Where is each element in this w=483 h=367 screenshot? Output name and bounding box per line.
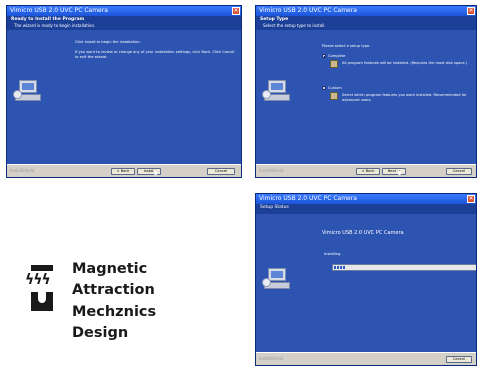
logo-bar-mark [31,265,53,271]
window-title: Vimicro USB 2.0 UVC PC Camera [10,7,108,14]
back-button[interactable]: < Back [356,167,380,175]
logo-text-line1: Magnetic [72,261,148,277]
wizard-footer: InstallShield Cancel [256,352,476,365]
instruction-text-2: If you want to review or change any of y… [75,50,235,59]
cancel-button[interactable]: Cancel [207,167,235,175]
complete-radio[interactable] [322,54,326,58]
wizard-header: Setup Type Select the setup type to inst… [256,16,476,30]
status-heading: Vimicro USB 2.0 UVC PC Camera [322,230,404,236]
logo-lightning-icon: ϟϟϟ [25,272,51,288]
header-title: Setup Status [260,205,289,210]
mamd-logo: ϟϟϟ Magnetic Attraction Mechznics Design [25,252,195,352]
window-title: Vimicro USB 2.0 UVC PC Camera [259,195,357,202]
title-bar[interactable]: Vimicro USB 2.0 UVC PC Camera ✕ [256,194,476,204]
installshield-brand: InstallShield [10,168,35,173]
wizard-header: Setup Status [256,204,476,214]
complete-option-icon [330,60,338,68]
logo-text-line2: Attraction [72,282,155,298]
title-bar[interactable]: Vimicro USB 2.0 UVC PC Camera ✕ [256,6,476,16]
logo-text-line3: Mechznics [72,304,157,320]
computer-icon [262,80,290,102]
wizard-header: Ready to Install the Program The wizard … [7,16,241,30]
status-text: Installing [324,252,341,256]
install-ready-window: Vimicro USB 2.0 UVC PC Camera ✕ Ready to… [6,5,242,178]
cancel-button[interactable]: Cancel [446,167,472,175]
logo-magnet-icon [31,292,53,311]
complete-description: All program features will be installed. … [342,61,468,65]
wizard-footer: InstallShield < Back Next > Cancel [256,164,476,177]
install-progress-bar [332,264,476,271]
wizard-body: Please select a setup type. Complete All… [256,30,476,165]
progress-fill [334,266,347,269]
close-icon[interactable]: ✕ [467,195,475,203]
close-icon[interactable]: ✕ [467,7,475,15]
custom-description: Select which program features you want i… [342,93,467,102]
window-title: Vimicro USB 2.0 UVC PC Camera [259,7,357,14]
title-bar[interactable]: Vimicro USB 2.0 UVC PC Camera ✕ [7,6,241,16]
wizard-footer: InstallShield < Back Install Cancel [7,164,241,177]
wizard-body: Vimicro USB 2.0 UVC PC Camera Installing [256,214,476,353]
logo-text-line4: Design [72,325,129,341]
installshield-brand: InstallShield [259,168,284,173]
computer-icon [13,80,41,102]
installshield-brand: InstallShield [259,356,284,361]
instruction-text: Click Install to begin the installation. [75,40,141,44]
header-subtitle: Select the setup type to install. [263,23,326,28]
custom-option-icon [330,92,338,100]
custom-radio[interactable] [322,86,326,90]
header-subtitle: The wizard is ready to begin installatio… [14,23,96,28]
cancel-button[interactable]: Cancel [446,355,472,363]
complete-label[interactable]: Complete [328,54,345,59]
wizard-body: Click Install to begin the installation.… [7,30,241,165]
back-button[interactable]: < Back [111,167,135,175]
computer-icon [262,268,290,290]
setup-status-window: Vimicro USB 2.0 UVC PC Camera ✕ Setup St… [255,193,477,366]
setup-type-window: Vimicro USB 2.0 UVC PC Camera ✕ Setup Ty… [255,5,477,178]
custom-label[interactable]: Custom [328,86,342,91]
close-icon[interactable]: ✕ [232,7,240,15]
setup-prompt: Please select a setup type. [322,44,371,48]
